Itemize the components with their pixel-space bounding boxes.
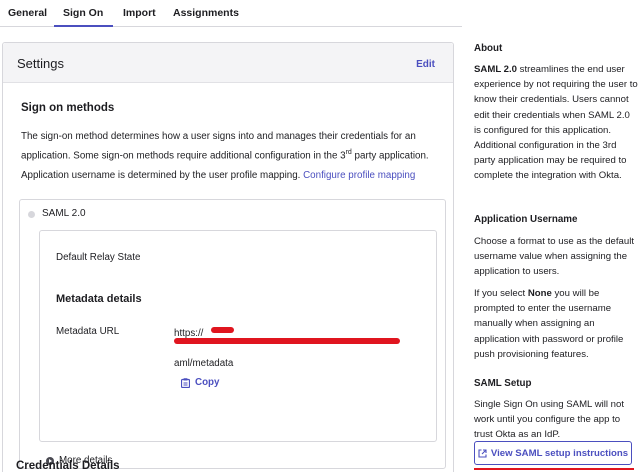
tab-general[interactable]: General bbox=[8, 7, 47, 19]
sign-on-description: The sign-on method determines how a user… bbox=[21, 131, 429, 162]
none-option-text: If you select None you will be prompted … bbox=[474, 288, 624, 360]
application-username-text: Choose a format to use as the default us… bbox=[474, 236, 634, 278]
sign-on-methods-title: Sign on methods bbox=[21, 102, 115, 114]
about-text: SAML 2.0 streamlines the end user experi… bbox=[474, 64, 638, 182]
settings-card: Settings Edit Sign on methods The sign-o… bbox=[2, 42, 454, 472]
tab-assignments[interactable]: Assignments bbox=[173, 7, 239, 19]
saml-setup-text: Single Sign On using SAML will not work … bbox=[474, 399, 625, 441]
metadata-details-title: Metadata details bbox=[56, 293, 142, 305]
metadata-url-value: https:// - aml/metadata bbox=[174, 328, 234, 369]
metadata-url-label: Metadata URL bbox=[56, 326, 120, 337]
saml-setup-title: SAML Setup bbox=[474, 378, 532, 389]
clipboard-icon bbox=[181, 377, 190, 388]
tab-sign-on[interactable]: Sign On bbox=[53, 7, 114, 27]
annotation-underline bbox=[474, 468, 634, 470]
redaction-mark bbox=[211, 327, 234, 333]
setup-button-label: View SAML setup instructions bbox=[490, 447, 629, 459]
view-saml-setup-instructions-button[interactable]: View SAML setup instructions bbox=[474, 441, 632, 465]
external-link-icon bbox=[478, 448, 487, 458]
saml-details-box: Default Relay State Metadata details Met… bbox=[39, 230, 437, 442]
tab-bar: General Sign On Import Assignments bbox=[0, 0, 462, 27]
application-username-title: Application Username bbox=[474, 214, 578, 225]
about-title: About bbox=[474, 43, 503, 54]
saml-radio[interactable] bbox=[28, 211, 35, 218]
copy-button[interactable]: Copy bbox=[181, 377, 220, 388]
copy-label: Copy bbox=[195, 377, 220, 388]
settings-header: Settings Edit bbox=[3, 43, 453, 83]
configure-profile-mapping-link[interactable]: Configure profile mapping bbox=[303, 170, 415, 181]
saml-label: SAML 2.0 bbox=[42, 208, 86, 219]
username-mapping-text: Application username is determined by th… bbox=[21, 170, 416, 181]
redaction-mark bbox=[174, 338, 400, 344]
tab-import[interactable]: Import bbox=[123, 7, 156, 19]
credentials-details-title: Credentials Details bbox=[16, 460, 120, 472]
edit-button[interactable]: Edit bbox=[416, 59, 435, 70]
saml-method-box: SAML 2.0 Default Relay State Metadata de… bbox=[19, 199, 446, 469]
settings-title: Settings bbox=[17, 56, 64, 71]
default-relay-state-label: Default Relay State bbox=[56, 252, 141, 263]
